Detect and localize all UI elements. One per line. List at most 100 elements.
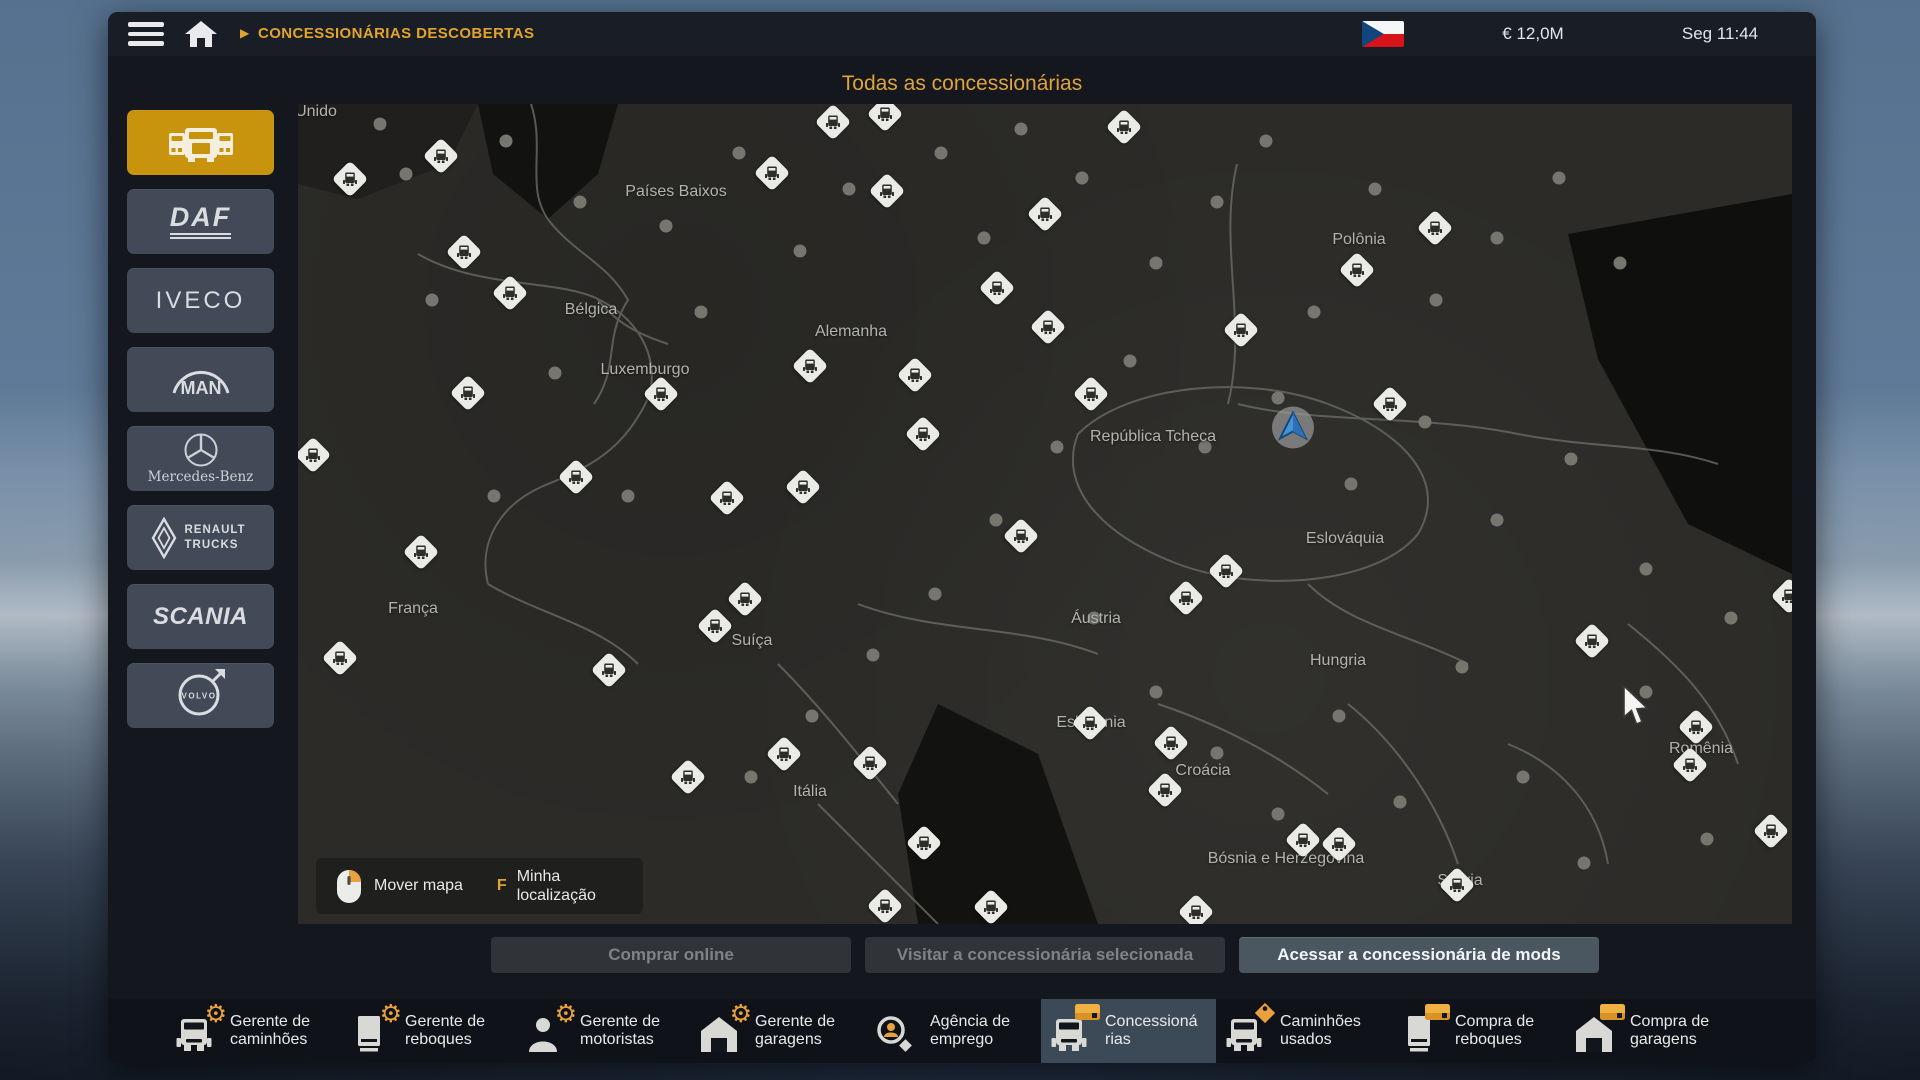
sidebar-brand-renault[interactable]: RENAULT TRUCKS: [127, 505, 274, 570]
dealer-icon[interactable]: [1223, 312, 1260, 349]
toolbar-item-garage-manager[interactable]: ⚙ Gerente degaragens: [691, 999, 866, 1063]
dealer-icon[interactable]: [766, 736, 803, 773]
garage-manager-icon: ⚙: [699, 1008, 745, 1054]
sidebar-brand-iveco[interactable]: IVECO: [127, 268, 274, 333]
dealer-icon[interactable]: [1285, 822, 1322, 859]
dealer-icon[interactable]: [1030, 309, 1067, 346]
game-ui-window: ▶ CONCESSIONÁRIAS DESCOBERTAS € 12,0M Se…: [108, 12, 1816, 1063]
dealer-icon[interactable]: [1208, 553, 1245, 590]
action-button-0[interactable]: Comprar online: [491, 937, 851, 973]
menu-icon[interactable]: [128, 22, 164, 46]
action-buttons-row: Comprar online Visitar a concessionária s…: [298, 937, 1792, 973]
home-icon[interactable]: [184, 20, 218, 48]
tag-icon: [1254, 1002, 1276, 1024]
dealer-icon[interactable]: [1753, 813, 1790, 850]
dealer-icon[interactable]: [591, 652, 628, 689]
dealer-icon[interactable]: [1339, 252, 1376, 289]
city-dot: [1124, 355, 1137, 368]
dealer-icon[interactable]: [815, 104, 852, 140]
dealer-icon[interactable]: [905, 416, 942, 453]
sidebar-brand-daf[interactable]: DAF: [127, 189, 274, 254]
city-dot: [1456, 661, 1469, 674]
toolbar-item-truck-manager[interactable]: ⚙ Gerente decaminhões: [166, 999, 341, 1063]
action-button-1[interactable]: Visitar a concessionária selecionada: [865, 937, 1225, 973]
dealer-icon[interactable]: [1147, 772, 1184, 809]
dealer-icon[interactable]: [558, 459, 595, 496]
country-label: Eslováquia: [1306, 530, 1384, 548]
toolbar-item-garage-purchase[interactable]: Compra degaragens: [1566, 999, 1741, 1063]
dealer-icon[interactable]: [1168, 580, 1205, 617]
dealer-icon[interactable]: [697, 608, 734, 645]
gear-icon: ⚙: [730, 1001, 752, 1026]
dealer-icon[interactable]: [1574, 623, 1611, 660]
city-dot: [806, 710, 819, 723]
dealer-icon[interactable]: [423, 138, 460, 175]
dealer-icon[interactable]: [1439, 867, 1476, 904]
dealer-icon[interactable]: [727, 581, 764, 618]
dealer-icon[interactable]: [1372, 386, 1409, 423]
sidebar-brand-volvo[interactable]: VOLVO: [127, 663, 274, 728]
dealer-icon[interactable]: [1417, 210, 1454, 247]
dealer-icon[interactable]: [450, 375, 487, 412]
dealer-icon[interactable]: [785, 469, 822, 506]
dealer-icon[interactable]: [852, 745, 889, 782]
dealer-icon[interactable]: [792, 348, 829, 385]
europe-dealer-map[interactable]: UnidoPaíses BaixosBélgicaLuxemburgoAlema…: [298, 104, 1792, 924]
dealer-icon[interactable]: [322, 640, 359, 677]
dealer-icon[interactable]: [1678, 709, 1715, 746]
action-button-2[interactable]: Acessar a concessionária de mods: [1239, 937, 1599, 973]
dealer-icon[interactable]: [973, 889, 1010, 924]
toolbar-item-trailer-manager[interactable]: ⚙ Gerente dereboques: [341, 999, 516, 1063]
dealer-icon[interactable]: [1153, 725, 1190, 762]
my-location-label: Minha localização: [517, 867, 623, 905]
dealer-icon[interactable]: [403, 534, 440, 571]
dealer-icon[interactable]: [1321, 826, 1358, 863]
country-label: Unido: [298, 104, 337, 121]
city-dot: [1150, 257, 1163, 270]
dealer-icon[interactable]: [869, 173, 906, 210]
toolbar-item-used-trucks[interactable]: Caminhõesusados: [1216, 999, 1391, 1063]
city-dot: [745, 771, 758, 784]
breadcrumb: CONCESSIONÁRIAS DESCOBERTAS: [258, 25, 534, 42]
dealer-icon[interactable]: [492, 275, 529, 312]
gear-icon: ⚙: [205, 1001, 227, 1026]
city-dot: [488, 490, 501, 503]
volvo-logo: VOLVO: [174, 666, 228, 725]
sidebar-brand-all[interactable]: [127, 110, 274, 175]
sidebar-brand-mercedes[interactable]: Mercedes-Benz: [127, 426, 274, 491]
game-time: Seg 11:44: [1650, 24, 1790, 44]
dealer-icon[interactable]: [709, 480, 746, 517]
dealer-icon[interactable]: [332, 161, 369, 198]
czech-flag-icon: [1362, 21, 1404, 47]
toolbar-item-trailer-purchase[interactable]: Compra dereboques: [1391, 999, 1566, 1063]
sidebar-brand-scania[interactable]: SCANIA: [127, 584, 274, 649]
dealer-icon[interactable]: [446, 234, 483, 271]
dealer-icon[interactable]: [1027, 196, 1064, 233]
dealer-icon[interactable]: [897, 357, 934, 394]
toolbar-item-job-agency[interactable]: Agência deemprego: [866, 999, 1041, 1063]
dealer-icon[interactable]: [754, 155, 791, 192]
card-icon: [1075, 1004, 1100, 1020]
dealer-icon[interactable]: [867, 888, 904, 924]
dealer-icon[interactable]: [1106, 109, 1143, 146]
city-dot: [935, 147, 948, 160]
dealer-icon[interactable]: [1178, 894, 1215, 924]
dealer-icon[interactable]: [1003, 518, 1040, 555]
country-label: Polônia: [1332, 231, 1385, 249]
city-dot: [1260, 135, 1273, 148]
city-dot: [1578, 857, 1591, 870]
dealer-icon[interactable]: [670, 759, 707, 796]
dealer-icon[interactable]: [906, 825, 943, 862]
player-money: € 12,0M: [1463, 24, 1603, 44]
toolbar-item-dealers[interactable]: Concessionárias: [1041, 999, 1216, 1063]
toolbar-item-label: Caminhõesusados: [1280, 1013, 1361, 1050]
dealer-icon[interactable]: [1073, 376, 1110, 413]
dealer-icon[interactable]: [1072, 705, 1109, 742]
dealer-icon[interactable]: [643, 376, 680, 413]
dealer-icon[interactable]: [979, 270, 1016, 307]
toolbar-item-driver-manager[interactable]: ⚙ Gerente demotoristas: [516, 999, 691, 1063]
city-dot: [1076, 172, 1089, 185]
dealers-icon: [1049, 1008, 1095, 1054]
sidebar-brand-man[interactable]: MAN: [127, 347, 274, 412]
dealer-icon[interactable]: [1672, 747, 1709, 784]
